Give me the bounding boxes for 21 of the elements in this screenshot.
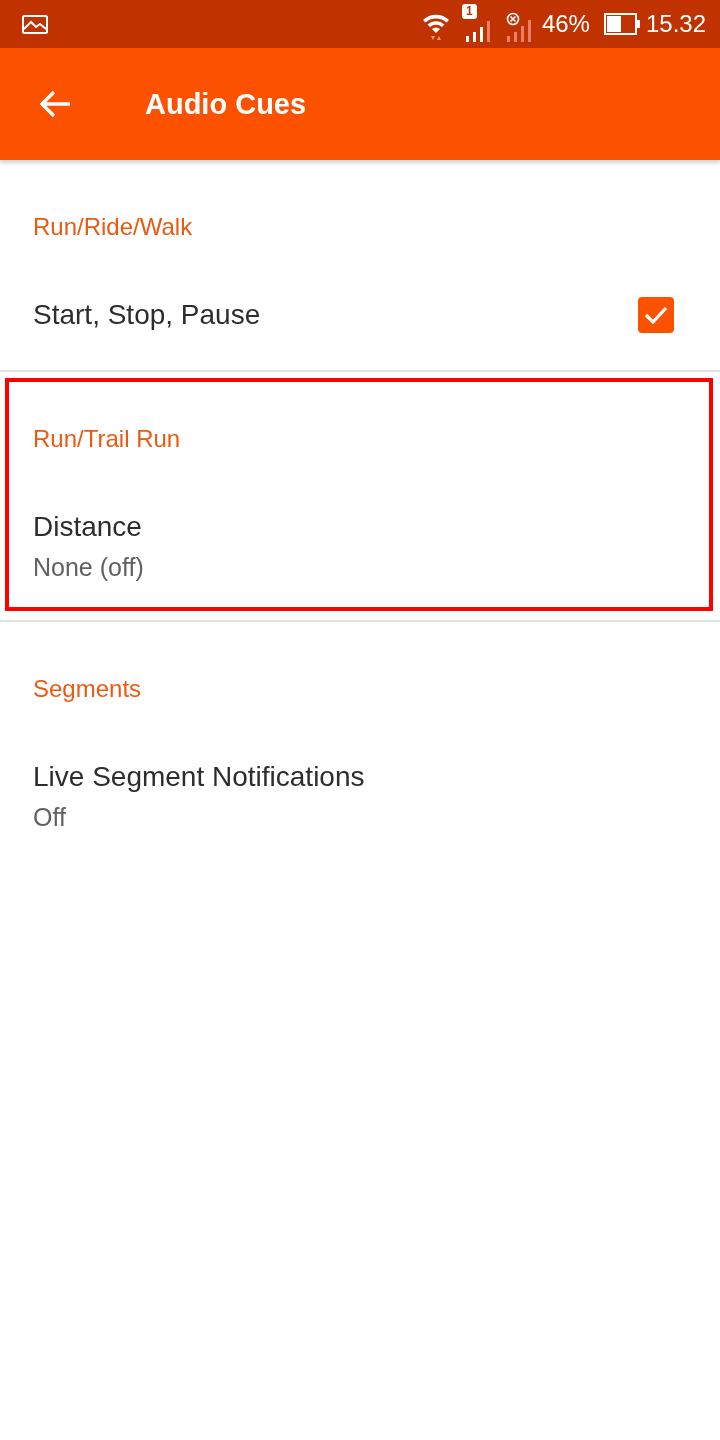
checkbox[interactable] xyxy=(638,297,674,333)
preference-summary: None (off) xyxy=(33,552,144,583)
section-header: Segments xyxy=(33,674,143,704)
preference-title: Distance xyxy=(33,510,142,544)
section-header: Run/Ride/Walk xyxy=(33,212,194,242)
wifi-icon xyxy=(421,12,450,42)
preference-item[interactable]: Live Segment Notifications Off xyxy=(33,759,674,833)
preference-title: Start, Stop, Pause xyxy=(33,298,261,332)
checkmark-icon xyxy=(644,306,668,324)
image-icon xyxy=(22,14,48,34)
preference-item[interactable]: Start, Stop, Pause xyxy=(33,297,674,333)
screen-title: Audio Cues xyxy=(145,87,307,122)
battery-icon xyxy=(603,13,640,35)
battery-percent: 46% xyxy=(541,10,590,38)
preference-title: Live Segment Notifications xyxy=(33,760,365,794)
status-time: 15.32 xyxy=(645,10,706,38)
sim-badge: 1 xyxy=(461,4,477,19)
section-header: Run/Trail Run xyxy=(33,424,182,454)
back-arrow-icon xyxy=(40,90,72,118)
preference-item[interactable]: Distance None (off) xyxy=(33,509,674,583)
preference-summary: Off xyxy=(33,802,66,833)
